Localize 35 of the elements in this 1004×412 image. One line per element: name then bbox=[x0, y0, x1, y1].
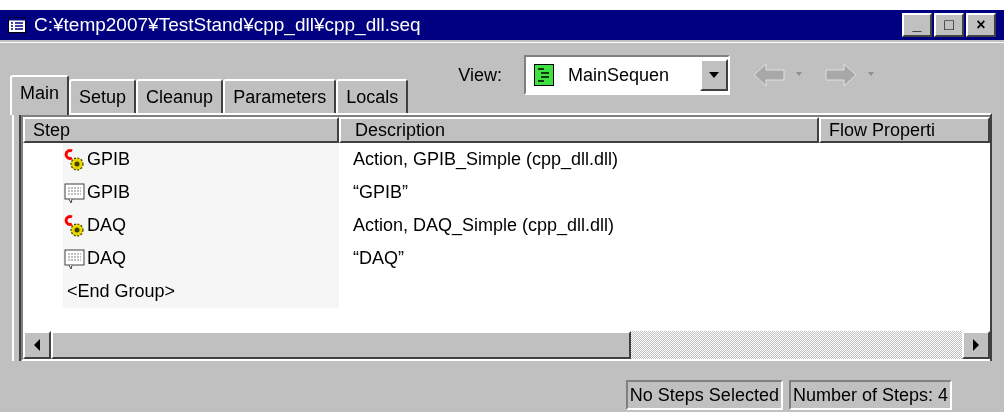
description-cell-text: Action, DAQ_Simple (cpp_dll.dll) bbox=[353, 214, 615, 238]
scroll-left-button[interactable] bbox=[23, 331, 51, 359]
gear-icon bbox=[63, 213, 87, 238]
step-cell[interactable]: DAQ bbox=[63, 242, 339, 275]
column-header[interactable]: Flow Properti bbox=[819, 117, 990, 143]
step-cell[interactable]: GPIB bbox=[63, 176, 339, 209]
step-cell[interactable]: DAQ bbox=[63, 209, 339, 242]
description-cell-text: “DAQ” bbox=[353, 247, 404, 270]
description-cell-text: “GPIB” bbox=[353, 181, 408, 204]
view-label: View: bbox=[458, 63, 502, 87]
message-icon bbox=[63, 180, 87, 205]
window-control-button[interactable]: □ bbox=[934, 13, 964, 37]
step-cell[interactable]: <End Group> bbox=[63, 275, 339, 308]
tab[interactable]: Cleanup bbox=[136, 79, 224, 113]
window-control-button[interactable]: × bbox=[966, 13, 996, 37]
gear-icon bbox=[63, 147, 87, 172]
status-panel: Number of Steps: 4 bbox=[788, 380, 952, 410]
scroll-thumb[interactable] bbox=[51, 331, 631, 359]
description-cell-text: Action, GPIB_Simple (cpp_dll.dll) bbox=[353, 148, 619, 172]
sequence-icon bbox=[533, 64, 554, 86]
view-dropdown[interactable]: MainSequen bbox=[523, 55, 730, 95]
horizontal-scrollbar[interactable] bbox=[23, 331, 990, 359]
window-icon bbox=[8, 17, 26, 33]
column-header[interactable]: Step bbox=[23, 117, 339, 143]
tab[interactable]: Main bbox=[10, 75, 69, 115]
status-panel: No Steps Selected bbox=[625, 380, 783, 410]
message-icon bbox=[63, 246, 87, 271]
tab[interactable]: Locals bbox=[336, 79, 409, 113]
tab[interactable]: Setup bbox=[69, 79, 137, 113]
window-title: C:¥temp2007¥TestStand¥cpp_dll¥cpp_dll.seq bbox=[34, 12, 421, 38]
window-control-button[interactable]: _ bbox=[902, 13, 932, 37]
step-cell[interactable]: GPIB bbox=[63, 143, 339, 176]
tab[interactable]: Parameters bbox=[223, 79, 337, 113]
column-header[interactable]: Description bbox=[339, 117, 819, 143]
scroll-right-button[interactable] bbox=[962, 331, 990, 359]
